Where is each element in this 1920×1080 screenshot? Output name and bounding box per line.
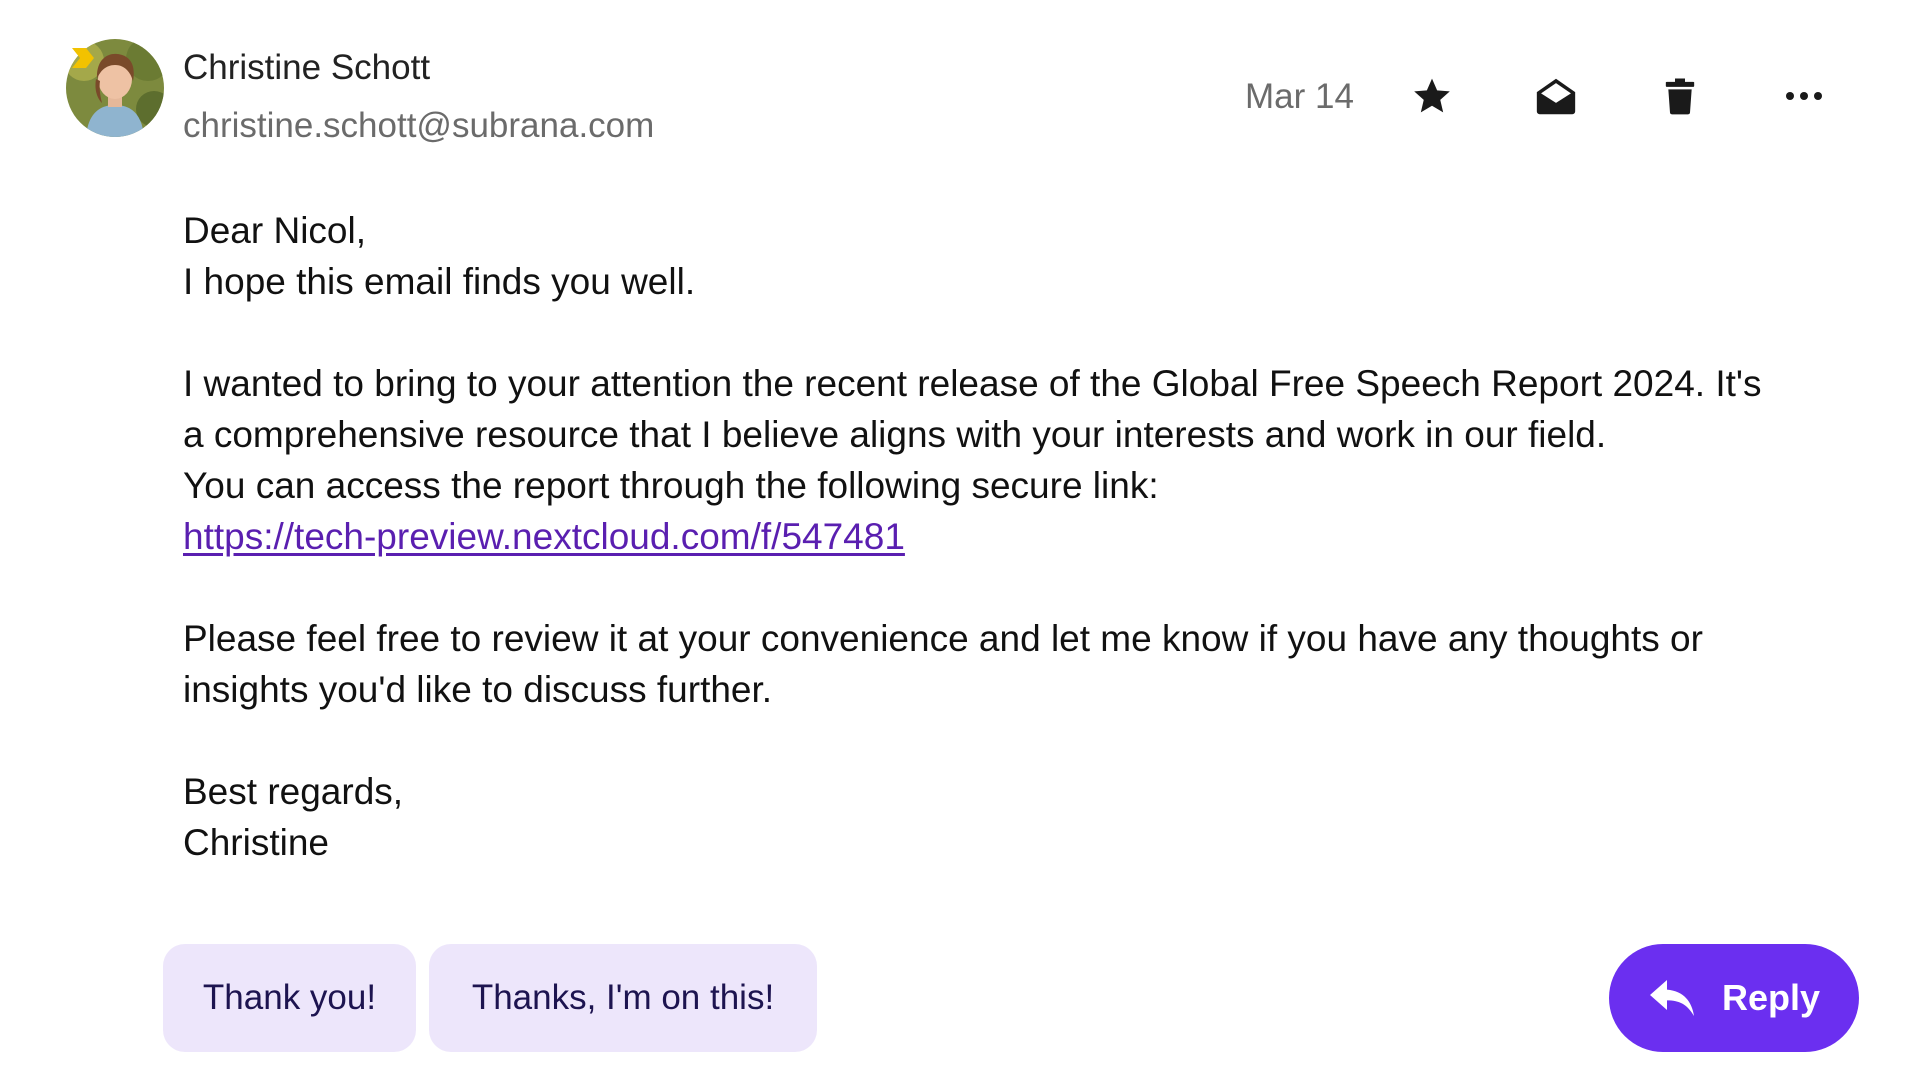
reply-arrow-icon xyxy=(1649,980,1694,1016)
star-button[interactable] xyxy=(1406,70,1458,122)
important-marker-icon xyxy=(72,48,94,68)
sender-email: christine.schott@subrana.com xyxy=(183,106,655,145)
more-horizontal-icon xyxy=(1786,92,1822,100)
closing-text: Best regards, xyxy=(183,771,404,812)
quick-reply-on-this[interactable]: Thanks, I'm on this! xyxy=(429,944,817,1052)
signature-text: Christine xyxy=(183,822,329,863)
message-header: Christine Schott christine.schott@subran… xyxy=(0,0,1920,160)
message-date: Mar 14 xyxy=(1245,77,1354,116)
body-line: I hope this email finds you well. xyxy=(183,261,696,302)
body-line: I wanted to bring to your attention the … xyxy=(183,363,1762,404)
more-options-button[interactable] xyxy=(1778,70,1830,122)
sender-name: Christine Schott xyxy=(183,48,431,87)
star-icon xyxy=(1414,78,1450,113)
trash-icon xyxy=(1665,78,1695,115)
quick-reply-thank-you[interactable]: Thank you! xyxy=(163,944,416,1052)
message-body: Dear Nicol, I hope this email finds you … xyxy=(183,205,1863,868)
reply-label: Reply xyxy=(1721,977,1821,1018)
greeting-text: Dear Nicol, xyxy=(183,210,366,251)
envelope-open-icon xyxy=(1536,78,1576,115)
delete-button[interactable] xyxy=(1654,70,1706,122)
body-line: insights you'd like to discuss further. xyxy=(183,669,773,710)
link-line: https://tech-preview.nextcloud.com/f/547… xyxy=(183,511,1863,562)
body-line: You can access the report through the fo… xyxy=(183,465,1159,506)
body-line: Please feel free to review it at your co… xyxy=(183,618,1703,659)
body-line: a comprehensive resource that I believe … xyxy=(183,414,1607,455)
reply-button[interactable]: Reply xyxy=(1609,944,1859,1052)
report-link[interactable]: https://tech-preview.nextcloud.com/f/547… xyxy=(183,516,905,557)
mark-read-button[interactable] xyxy=(1530,70,1582,122)
